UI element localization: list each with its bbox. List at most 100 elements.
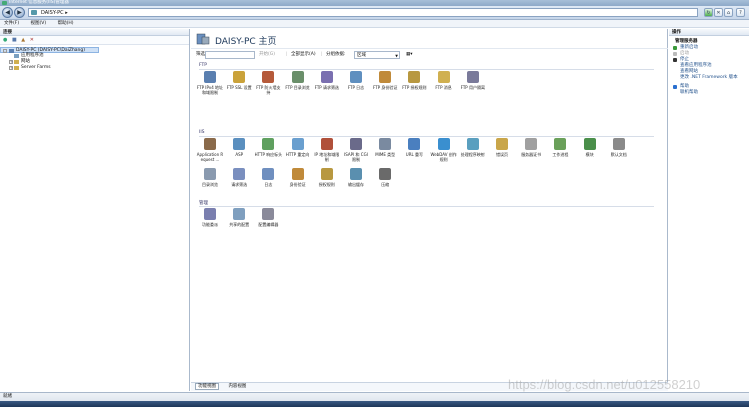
feature-item[interactable]: FTP 请求筛选 [313,71,341,101]
feature-item[interactable]: 处理程序映射 [459,138,487,168]
connect-icon[interactable]: ● [3,37,7,43]
tree-node-server-farms[interactable]: + Server Farms [0,65,189,71]
feature-item[interactable]: IP 地址和域限制 [313,138,341,168]
iis-app-icon [2,1,7,5]
compression-icon [379,168,392,180]
feature-item[interactable]: Application Request ... [196,138,224,168]
connections-tree: - DAISY-PC (DAISY-PC\DaiZhang) 应用程序池 + 网… [0,45,189,71]
ftp-user-isolation-icon [466,71,479,83]
ip-restrictions-icon [320,138,333,150]
feature-label: 日志 [264,182,273,187]
feature-item[interactable]: 错误页 [488,138,516,168]
feature-item[interactable]: 默认文档 [605,138,633,168]
start-button[interactable]: 开始(G) [259,51,275,59]
feature-item[interactable]: 工作进程 [546,138,574,168]
feature-item[interactable]: 输出缓存 [342,168,370,198]
feature-item[interactable]: ISAPI 和 CGI 限制 [342,138,370,168]
back-button[interactable]: ◀ [2,7,13,18]
tab-content-view[interactable]: 内容视图 [228,384,246,389]
feature-label: FTP 用户隔离 [460,85,485,90]
feature-item[interactable]: 请求筛选 [225,168,253,198]
save-icon[interactable]: ■ [12,37,17,43]
menu-view[interactable]: 视图(V) [31,21,47,26]
delete-icon[interactable]: ✕ [30,37,34,43]
feature-item[interactable]: ASP [225,138,253,168]
feature-item[interactable]: URL 重写 [400,138,428,168]
feature-item[interactable]: 日志 [254,168,282,198]
feature-label: 配置编辑器 [258,222,279,227]
tab-features-view[interactable]: 功能视图 [195,383,219,390]
section-title: FTP [199,63,207,68]
logging-icon [262,168,275,180]
action-link[interactable]: 更改 .NET Framework 版本 [669,75,749,81]
show-all-button[interactable]: 全部显示(A) [291,51,316,59]
refresh-icon[interactable]: ↻ [704,8,713,17]
feature-item[interactable]: 模块 [576,138,604,168]
help-icon[interactable]: ? [736,8,745,17]
home-icon[interactable]: ⌂ [724,8,733,17]
feature-item[interactable]: MIME 类型 [371,138,399,168]
feature-item[interactable]: 服务器证书 [517,138,545,168]
feature-item[interactable]: 目录浏览 [196,168,224,198]
expand-icon[interactable]: + [9,66,13,70]
section-divider [199,136,654,137]
group-by-select[interactable]: 区域 ▼ [354,51,400,59]
features-panel: DAISY-PC 主页 筛选: 开始(G) | 全部显示(A) | 分组依据: … [191,29,668,391]
worker-process-icon [554,138,567,150]
feature-item[interactable]: WebDAV 创作规则 [430,138,458,168]
feature-item[interactable]: FTP 目录浏览 [284,71,312,101]
feature-item[interactable]: FTP 日志 [342,71,370,101]
page-header: DAISY-PC 主页 [191,29,668,49]
action-label: 启动 [680,51,689,56]
feature-item[interactable]: FTP 消息 [430,71,458,101]
feature-label: 功能委派 [202,222,218,227]
feature-item[interactable]: 共享的配置 [225,208,253,238]
feature-label: FTP 消息 [435,85,452,90]
menu-help[interactable]: 帮助(H) [58,21,74,26]
action-label: 联机帮助 [680,90,698,95]
http-headers-icon [262,138,275,150]
group-by-label: 分组依据: [326,52,346,57]
feature-item[interactable]: HTTP 重定向 [284,138,312,168]
feature-item[interactable]: 功能委派 [196,208,224,238]
app-pool-icon [14,54,19,58]
config-editor-icon [262,208,275,220]
arr-icon [204,138,216,150]
feature-item[interactable]: 身份验证 [284,168,312,198]
forward-button[interactable]: ▶ [14,7,25,18]
restart-icon [673,46,677,50]
address-field[interactable]: DAISY-PC ▸ [28,8,698,17]
feature-item[interactable]: 配置编辑器 [254,208,282,238]
feature-label: FTP 授权规则 [402,85,427,90]
feature-item[interactable]: FTP IPv4 地址和域限制 [196,71,224,101]
feature-item[interactable]: 压缩 [371,168,399,198]
feature-label: FTP SSL 设置 [226,85,252,90]
filter-input[interactable] [205,51,255,59]
action-link[interactable]: 联机帮助 [669,90,749,96]
menu-file[interactable]: 文件(F) [4,21,19,26]
feature-label: 授权规则 [318,182,335,187]
feature-label: IP 地址和域限制 [314,152,340,162]
expand-icon[interactable]: + [9,60,13,64]
feature-item[interactable]: FTP 防火墙支持 [254,71,282,101]
asp-icon [233,138,246,150]
connections-header: 连接 [0,29,189,36]
feature-item[interactable]: 授权规则 [313,168,341,198]
feature-item[interactable]: FTP 用户隔离 [459,71,487,101]
feature-item[interactable]: HTTP 响应标头 [254,138,282,168]
view-mode-icon[interactable]: ▦▾ [406,51,413,59]
feature-label: HTTP 重定向 [285,152,310,157]
feature-item[interactable]: FTP 身份验证 [371,71,399,101]
ftp-ssl-icon [233,71,246,83]
page-title: DAISY-PC 主页 [215,37,277,47]
tree-label: Server Farms [21,65,51,70]
feature-label: 请求筛选 [231,182,248,187]
section-divider [199,69,654,70]
connect-to-icon[interactable]: ▲ [21,37,25,43]
feature-label: 模块 [585,152,594,157]
stop-icon[interactable]: ✕ [714,8,723,17]
feature-item[interactable]: FTP 授权规则 [400,71,428,101]
ftp-log-icon [350,71,362,83]
feature-item[interactable]: FTP SSL 设置 [225,71,253,101]
feature-delegation-icon [204,208,216,220]
